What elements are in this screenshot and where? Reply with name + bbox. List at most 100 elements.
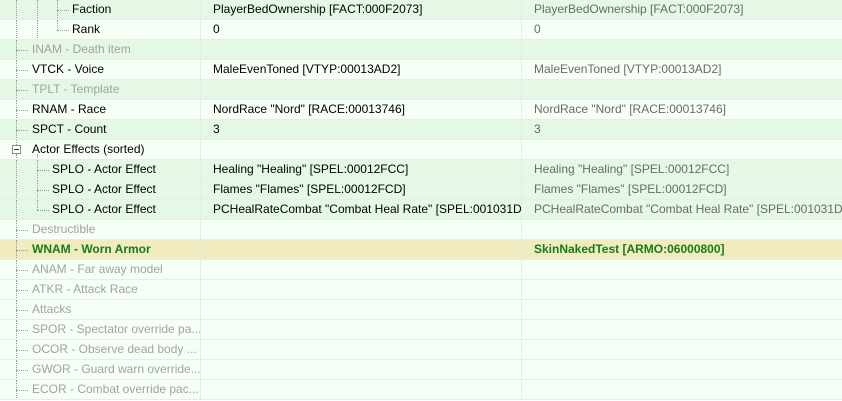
field-label: Destructible bbox=[32, 222, 96, 236]
value-cell-2[interactable]: MaleEvenToned [VTYP:00013AD2] bbox=[522, 60, 842, 80]
value-cell-2[interactable] bbox=[522, 260, 842, 280]
tree-row-wnam[interactable]: WNAM - Worn Armor SkinNakedTest [ARMO:06… bbox=[0, 240, 842, 260]
tree-row-splo-2[interactable]: SPLO - Actor Effect Flames "Flames" [SPE… bbox=[0, 180, 842, 200]
field-name-cell: SPLO - Actor Effect bbox=[0, 200, 201, 220]
value-cell-1[interactable]: 3 bbox=[201, 120, 522, 140]
field-label: Rank bbox=[72, 22, 101, 36]
value-cell-1[interactable]: Healing "Healing" [SPEL:00012FCC] bbox=[201, 160, 522, 180]
value-cell-2[interactable]: PCHealRateCombat "Combat Heal Rate" [SPE… bbox=[522, 200, 842, 220]
tree-row-tplt[interactable]: TPLT - Template bbox=[0, 80, 842, 100]
field-label: INAM - Death item bbox=[32, 42, 131, 56]
field-label: RNAM - Race bbox=[32, 102, 107, 116]
value-cell-2[interactable] bbox=[522, 300, 842, 320]
value-cell-2[interactable]: SkinNakedTest [ARMO:06000800] bbox=[522, 240, 842, 260]
field-label: SPLO - Actor Effect bbox=[52, 182, 156, 196]
field-name-cell: Actor Effects (sorted) bbox=[0, 140, 201, 160]
tree-row-splo-3[interactable]: SPLO - Actor Effect PCHealRateCombat "Co… bbox=[0, 200, 842, 220]
value-cell-1[interactable] bbox=[201, 320, 522, 340]
field-name-cell: INAM - Death item bbox=[0, 40, 201, 60]
tree-row-destructible[interactable]: Destructible bbox=[0, 220, 842, 240]
tree-row-vtck[interactable]: VTCK - Voice MaleEvenToned [VTYP:00013AD… bbox=[0, 60, 842, 80]
field-label: ECOR - Combat override pac... bbox=[32, 382, 199, 396]
value-cell-2[interactable]: 3 bbox=[522, 120, 842, 140]
field-name-cell: ANAM - Far away model bbox=[0, 260, 201, 280]
field-name-cell: SPCT - Count bbox=[0, 120, 201, 140]
tree-row-ocor[interactable]: OCOR - Observe dead body ... bbox=[0, 340, 842, 360]
field-label: SPOR - Spectator override pa... bbox=[32, 322, 201, 336]
value-cell-1[interactable] bbox=[201, 40, 522, 60]
value-cell-2[interactable] bbox=[522, 140, 842, 160]
value-cell-2[interactable]: Flames "Flames" [SPEL:00012FCD] bbox=[522, 180, 842, 200]
field-label: Actor Effects (sorted) bbox=[32, 142, 145, 156]
field-label: VTCK - Voice bbox=[32, 62, 105, 76]
value-cell-1[interactable] bbox=[201, 340, 522, 360]
value-cell-1[interactable] bbox=[201, 260, 522, 280]
field-label: SPCT - Count bbox=[32, 122, 107, 136]
record-compare-grid: Faction PlayerBedOwnership [FACT:000F207… bbox=[0, 0, 842, 401]
value-cell-2[interactable] bbox=[522, 360, 842, 380]
collapse-toggle-icon[interactable] bbox=[12, 145, 21, 154]
field-name-cell: ATKR - Attack Race bbox=[0, 280, 201, 300]
value-cell-2[interactable] bbox=[522, 280, 842, 300]
value-cell-1[interactable] bbox=[201, 140, 522, 160]
field-name-cell: ECOR - Combat override pac... bbox=[0, 380, 201, 400]
tree-row-rank[interactable]: Rank 0 0 bbox=[0, 20, 842, 40]
value-cell-1[interactable]: 0 bbox=[201, 20, 522, 40]
field-name-cell: Destructible bbox=[0, 220, 201, 240]
value-cell-1[interactable] bbox=[201, 220, 522, 240]
value-cell-1[interactable] bbox=[201, 360, 522, 380]
value-cell-2[interactable] bbox=[522, 340, 842, 360]
field-label: TPLT - Template bbox=[32, 82, 120, 96]
tree-row-spor[interactable]: SPOR - Spectator override pa... bbox=[0, 320, 842, 340]
field-name-cell: Attacks bbox=[0, 300, 201, 320]
field-name-cell: Faction bbox=[0, 0, 201, 20]
field-label: ATKR - Attack Race bbox=[32, 282, 138, 296]
value-cell-2[interactable]: PlayerBedOwnership [FACT:000F2073] bbox=[522, 0, 842, 20]
field-name-cell: GWOR - Guard warn override... bbox=[0, 360, 201, 380]
tree-row-gwor[interactable]: GWOR - Guard warn override... bbox=[0, 360, 842, 380]
value-cell-1[interactable]: NordRace "Nord" [RACE:00013746] bbox=[201, 100, 522, 120]
value-cell-1[interactable] bbox=[201, 300, 522, 320]
field-name-cell: VTCK - Voice bbox=[0, 60, 201, 80]
tree-row-inam[interactable]: INAM - Death item bbox=[0, 40, 842, 60]
field-label: Attacks bbox=[32, 302, 72, 316]
tree-row-rnam[interactable]: RNAM - Race NordRace "Nord" [RACE:000137… bbox=[0, 100, 842, 120]
field-name-cell: WNAM - Worn Armor bbox=[0, 240, 201, 260]
value-cell-2[interactable] bbox=[522, 40, 842, 60]
field-name-cell: OCOR - Observe dead body ... bbox=[0, 340, 201, 360]
tree-row-spct[interactable]: SPCT - Count 3 3 bbox=[0, 120, 842, 140]
field-name-cell: SPOR - Spectator override pa... bbox=[0, 320, 201, 340]
tree-row-atkr[interactable]: ATKR - Attack Race bbox=[0, 280, 842, 300]
value-cell-2[interactable]: Healing "Healing" [SPEL:00012FCC] bbox=[522, 160, 842, 180]
field-label: GWOR - Guard warn override... bbox=[32, 362, 201, 376]
tree-row-actor-effects[interactable]: Actor Effects (sorted) bbox=[0, 140, 842, 160]
field-label: ANAM - Far away model bbox=[32, 262, 163, 276]
value-cell-2[interactable] bbox=[522, 380, 842, 400]
field-label: Faction bbox=[72, 2, 112, 16]
tree-row-ecor[interactable]: ECOR - Combat override pac... bbox=[0, 380, 842, 400]
field-label: WNAM - Worn Armor bbox=[32, 242, 151, 256]
value-cell-2[interactable] bbox=[522, 320, 842, 340]
tree-row-faction[interactable]: Faction PlayerBedOwnership [FACT:000F207… bbox=[0, 0, 842, 20]
value-cell-1[interactable] bbox=[201, 80, 522, 100]
value-cell-1[interactable]: PCHealRateCombat "Combat Heal Rate" [SPE… bbox=[201, 200, 522, 220]
field-name-cell: SPLO - Actor Effect bbox=[0, 180, 201, 200]
value-cell-2[interactable] bbox=[522, 220, 842, 240]
tree-row-anam[interactable]: ANAM - Far away model bbox=[0, 260, 842, 280]
field-name-cell: TPLT - Template bbox=[0, 80, 201, 100]
field-label: SPLO - Actor Effect bbox=[52, 162, 156, 176]
value-cell-2[interactable]: NordRace "Nord" [RACE:00013746] bbox=[522, 100, 842, 120]
value-cell-1[interactable]: MaleEvenToned [VTYP:00013AD2] bbox=[201, 60, 522, 80]
value-cell-1[interactable] bbox=[201, 240, 522, 260]
value-cell-1[interactable] bbox=[201, 380, 522, 400]
tree-row-attacks[interactable]: Attacks bbox=[0, 300, 842, 320]
value-cell-1[interactable]: Flames "Flames" [SPEL:00012FCD] bbox=[201, 180, 522, 200]
value-cell-2[interactable] bbox=[522, 80, 842, 100]
field-name-cell: SPLO - Actor Effect bbox=[0, 160, 201, 180]
field-label: OCOR - Observe dead body ... bbox=[32, 342, 197, 356]
tree-row-splo-1[interactable]: SPLO - Actor Effect Healing "Healing" [S… bbox=[0, 160, 842, 180]
field-name-cell: Rank bbox=[0, 20, 201, 40]
value-cell-1[interactable] bbox=[201, 280, 522, 300]
value-cell-1[interactable]: PlayerBedOwnership [FACT:000F2073] bbox=[201, 0, 522, 20]
value-cell-2[interactable]: 0 bbox=[522, 20, 842, 40]
